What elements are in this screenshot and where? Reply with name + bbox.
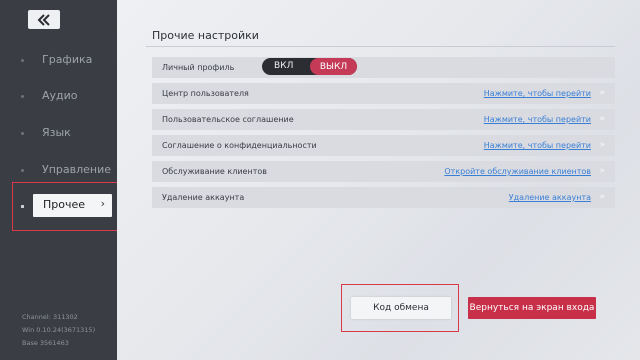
row-link[interactable]: Нажмите, чтобы перейти	[484, 115, 591, 124]
user-agreement-row[interactable]: Пользовательское соглашение Нажмите, что…	[152, 109, 615, 130]
row-link[interactable]: Удаление аккаунта	[509, 193, 591, 202]
row-label: Удаление аккаунта	[162, 193, 245, 202]
row-label: Центр пользователя	[162, 89, 249, 98]
privacy-agreement-row[interactable]: Соглашение о конфиденциальности Нажмите,…	[152, 135, 615, 156]
row-label: Соглашение о конфиденциальности	[162, 141, 317, 150]
sidebar-item-label: Графика	[42, 53, 93, 66]
customer-service-row[interactable]: Обслуживание клиентов Откройте обслужива…	[152, 161, 615, 182]
base-version: Base 3561463	[22, 339, 69, 347]
row-label: Обслуживание клиентов	[162, 167, 267, 176]
bullet-icon	[21, 59, 24, 62]
return-to-login-button[interactable]: Вернуться на экран входа	[468, 297, 596, 319]
bullet-icon	[21, 132, 24, 135]
sidebar-item-graphics[interactable]: Графика	[0, 50, 117, 70]
sidebar-item-label: Управление	[42, 163, 112, 176]
row-link[interactable]: Нажмите, чтобы перейти	[484, 141, 591, 150]
sidebar-item-controls[interactable]: Управление	[0, 160, 117, 180]
sidebar-item-audio[interactable]: Аудио	[0, 86, 117, 106]
double-chevron-icon: »	[599, 192, 605, 202]
double-chevron-icon: »	[599, 140, 605, 150]
sidebar-item-label: Язык	[42, 126, 71, 139]
row-link[interactable]: Нажмите, чтобы перейти	[484, 89, 591, 98]
bullet-icon	[21, 95, 24, 98]
section-title: Прочие настройки	[152, 29, 259, 42]
channel-info: Channel: 311302	[22, 313, 78, 321]
row-link[interactable]: Откройте обслуживание клиентов	[444, 167, 591, 176]
delete-account-row[interactable]: Удаление аккаунта Удаление аккаунта »	[152, 187, 615, 208]
personal-profile-row: Личный профиль	[152, 57, 615, 78]
row-label: Пользовательское соглашение	[162, 115, 294, 124]
win-version: Win 0.10.24(3671315)	[22, 326, 96, 334]
back-arrow-icon	[37, 13, 50, 26]
toggle-on-option[interactable]: ВКЛ	[274, 61, 293, 71]
row-label: Личный профиль	[162, 63, 235, 72]
redeem-code-button[interactable]: Код обмена	[351, 297, 451, 319]
profile-toggle[interactable]: ВКЛ ВЫКЛ	[262, 58, 357, 75]
double-chevron-icon: »	[599, 114, 605, 124]
double-chevron-icon: »	[599, 166, 605, 176]
highlight-box	[12, 182, 125, 231]
sidebar-item-label: Аудио	[42, 89, 78, 102]
toggle-off-option[interactable]: ВЫКЛ	[310, 58, 357, 75]
bullet-icon	[21, 169, 24, 172]
back-button[interactable]	[28, 10, 60, 29]
sidebar: Графика Аудио Язык Управление Прочее › C…	[0, 0, 117, 360]
user-center-row[interactable]: Центр пользователя Нажмите, чтобы перейт…	[152, 83, 615, 104]
divider	[146, 46, 615, 47]
sidebar-item-language[interactable]: Язык	[0, 123, 117, 143]
double-chevron-icon: »	[599, 88, 605, 98]
